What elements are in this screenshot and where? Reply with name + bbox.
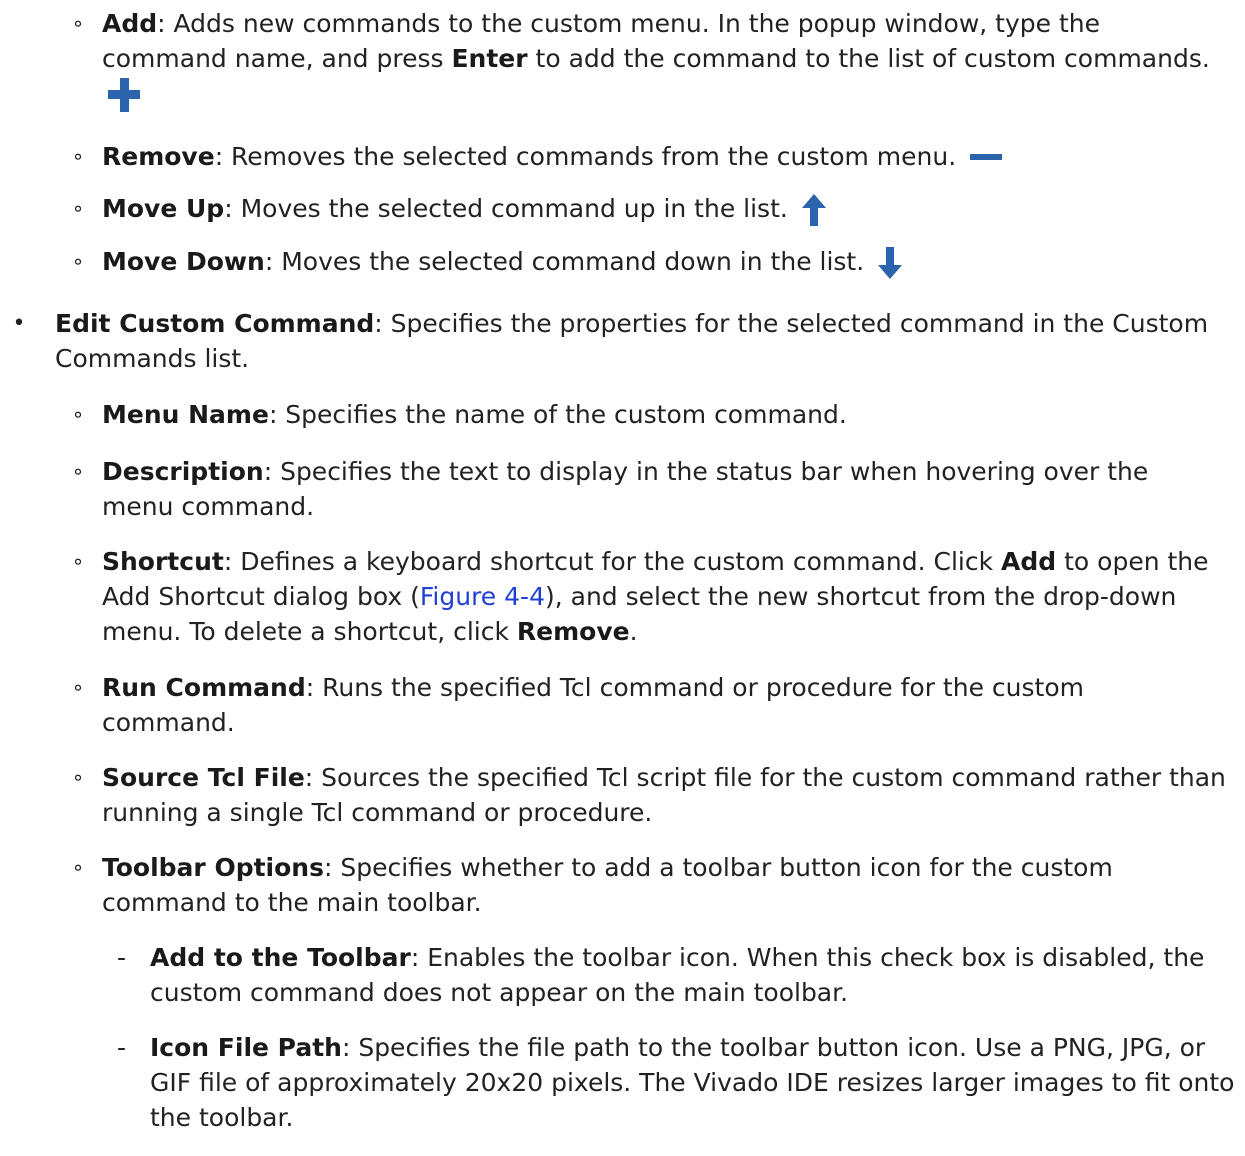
list-item-add-to-toolbar: - Add to the Toolbar: Enables the toolba… <box>117 940 1235 1010</box>
term-add-to-toolbar: Add to the Toolbar <box>150 943 411 972</box>
desc-menu-name: : Specifies the name of the custom comma… <box>268 400 847 429</box>
term-add: Add <box>102 9 158 38</box>
list-item-description: ∘ Description: Specifies the text to dis… <box>72 454 1222 524</box>
term-toolbar-options: Toolbar Options <box>102 853 324 882</box>
main-bullet: • <box>12 311 26 336</box>
list-item-edit-custom-command: • Edit Custom Command: Specifies the pro… <box>13 306 1215 376</box>
term-remove: Remove <box>102 142 215 171</box>
sub-bullet: ∘ <box>71 249 85 273</box>
sub-bullet: ∘ <box>71 765 85 789</box>
arrow-up-icon <box>801 194 826 226</box>
term-description: Description <box>102 457 264 486</box>
sub-bullet: ∘ <box>71 144 85 168</box>
list-item-source-tcl-file: ∘ Source Tcl File: Sources the specified… <box>72 760 1232 830</box>
document-page: ∘ Add: Adds new commands to the custom m… <box>0 0 1245 1156</box>
dash-marker: - <box>117 943 127 972</box>
list-item-toolbar-options: ∘ Toolbar Options: Specifies whether to … <box>72 850 1222 920</box>
sub-bullet: ∘ <box>71 855 85 879</box>
desc-shortcut-4: . <box>629 617 638 646</box>
desc-shortcut: : Defines a keyboard shortcut for the cu… <box>223 547 1002 576</box>
term-enter: Enter <box>451 44 528 73</box>
desc-remove: : Removes the selected commands from the… <box>214 142 957 171</box>
term-edit-custom-command: Edit Custom Command <box>55 309 375 338</box>
sub-bullet: ∘ <box>71 11 85 35</box>
list-item-shortcut: ∘ Shortcut: Defines a keyboard shortcut … <box>72 544 1227 649</box>
list-item-add: ∘ Add: Adds new commands to the custom m… <box>72 6 1222 112</box>
sub-bullet: ∘ <box>71 459 85 483</box>
term-remove-inline: Remove <box>516 617 630 646</box>
sub-bullet: ∘ <box>71 675 85 699</box>
term-move-up: Move Up <box>102 194 225 223</box>
sub-bullet: ∘ <box>71 402 85 426</box>
list-item-menu-name: ∘ Menu Name: Specifies the name of the c… <box>72 397 1222 432</box>
term-shortcut: Shortcut <box>102 547 224 576</box>
sub-bullet: ∘ <box>71 196 85 220</box>
minus-icon <box>970 154 1003 160</box>
desc-move-up: : Moves the selected command up in the l… <box>224 194 788 223</box>
arrow-down-icon <box>878 247 903 279</box>
plus-icon <box>108 78 140 112</box>
figure-link[interactable]: Figure 4-4 <box>420 582 545 611</box>
sub-bullet: ∘ <box>71 549 85 573</box>
term-add-inline: Add <box>1001 547 1057 576</box>
list-item-move-up: ∘ Move Up: Moves the selected command up… <box>72 191 1222 226</box>
list-item-icon-file-path: - Icon File Path: Specifies the file pat… <box>117 1030 1235 1135</box>
desc-add-2: to add the command to the list of custom… <box>527 44 1210 73</box>
term-menu-name: Menu Name <box>102 400 269 429</box>
desc-move-down: : Moves the selected command down in the… <box>264 247 865 276</box>
list-item-remove: ∘ Remove: Removes the selected commands … <box>72 139 1222 174</box>
dash-marker: - <box>117 1033 127 1062</box>
term-icon-file-path: Icon File Path <box>150 1033 342 1062</box>
list-item-run-command: ∘ Run Command: Runs the specified Tcl co… <box>72 670 1222 740</box>
list-item-move-down: ∘ Move Down: Moves the selected command … <box>72 244 1222 279</box>
term-move-down: Move Down <box>102 247 265 276</box>
term-source-tcl-file: Source Tcl File <box>102 763 305 792</box>
term-run-command: Run Command <box>102 673 306 702</box>
